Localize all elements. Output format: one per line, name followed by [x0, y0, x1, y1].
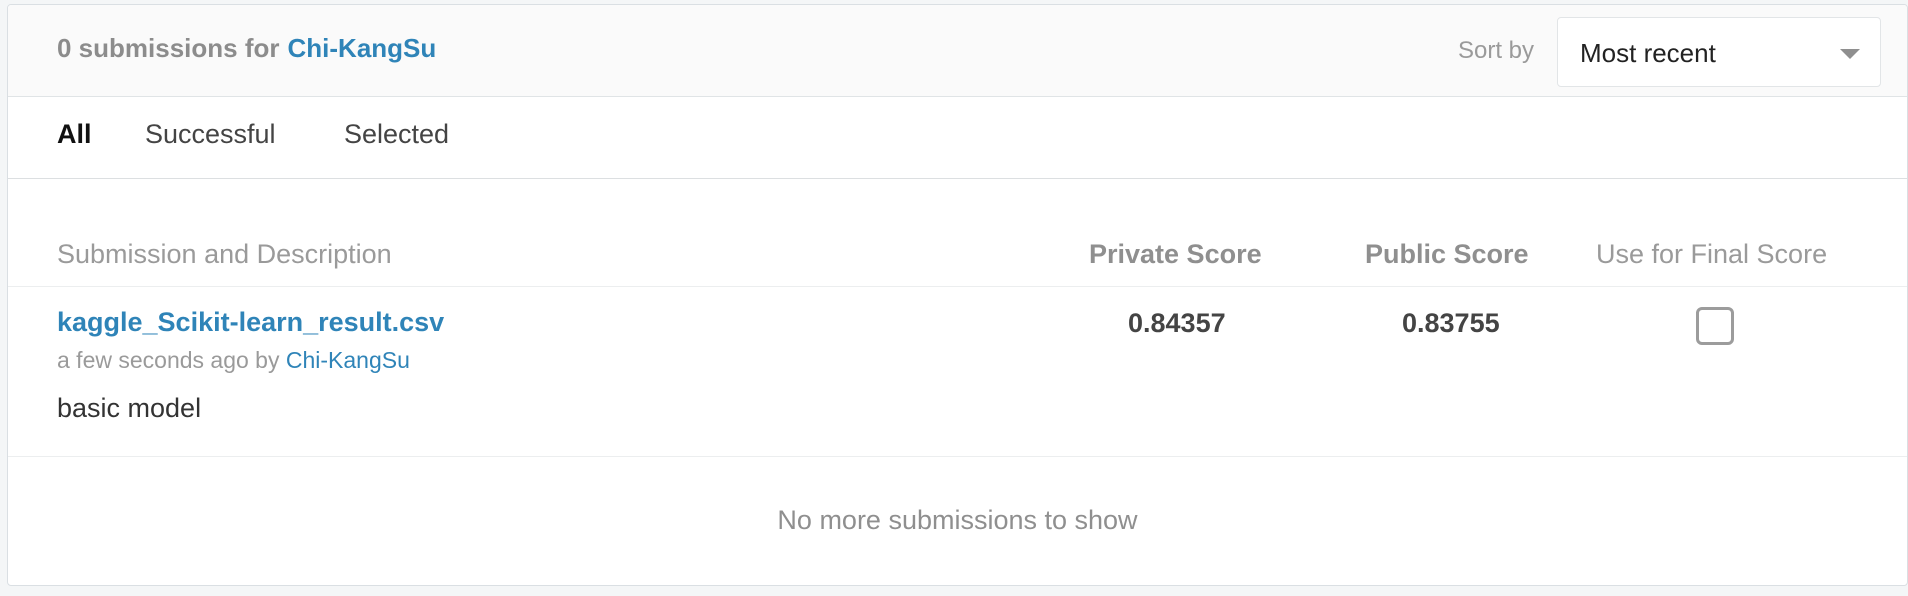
submission-time: a few seconds ago by [57, 347, 280, 373]
no-more-submissions: No more submissions to show [777, 505, 1138, 535]
column-header-description: Submission and Description [57, 239, 392, 269]
submission-count: 0 submissions for [57, 33, 280, 63]
sort-dropdown[interactable]: Most recent [1557, 17, 1881, 87]
submissions-panel: 0 submissions for Chi-KangSu Sort by Most… [7, 4, 1908, 586]
column-header-public-score: Public Score [1365, 239, 1529, 269]
tab-selected[interactable]: Selected [344, 119, 449, 150]
submission-meta: a few seconds ago by Chi-KangSu [57, 347, 410, 374]
submissions-title: 0 submissions for Chi-KangSu [57, 33, 436, 64]
table-header: Submission and Description Private Score… [8, 179, 1907, 287]
tab-all[interactable]: All [57, 119, 92, 150]
column-header-final-score: Use for Final Score [1596, 239, 1828, 269]
use-for-final-checkbox[interactable] [1696, 307, 1734, 345]
private-score: 0.84357 [1128, 308, 1226, 338]
chevron-down-icon [1840, 49, 1860, 59]
submission-file-link[interactable]: kaggle_Scikit-learn_result.csv [57, 307, 444, 338]
submission-user-link[interactable]: Chi-KangSu [286, 347, 410, 373]
username-link[interactable]: Chi-KangSu [288, 33, 437, 63]
filter-tabs: All Successful Selected [8, 97, 1907, 179]
sort-label: Sort by [1458, 37, 1535, 64]
submission-description: basic model [57, 393, 202, 423]
column-header-private-score: Private Score [1089, 239, 1262, 269]
submissions-header: 0 submissions for Chi-KangSu Sort by Most… [8, 5, 1907, 97]
table-row: kaggle_Scikit-learn_result.csv a few sec… [8, 287, 1907, 457]
sort-value: Most recent [1580, 38, 1716, 68]
public-score: 0.83755 [1402, 308, 1500, 338]
tab-successful[interactable]: Successful [145, 119, 276, 150]
